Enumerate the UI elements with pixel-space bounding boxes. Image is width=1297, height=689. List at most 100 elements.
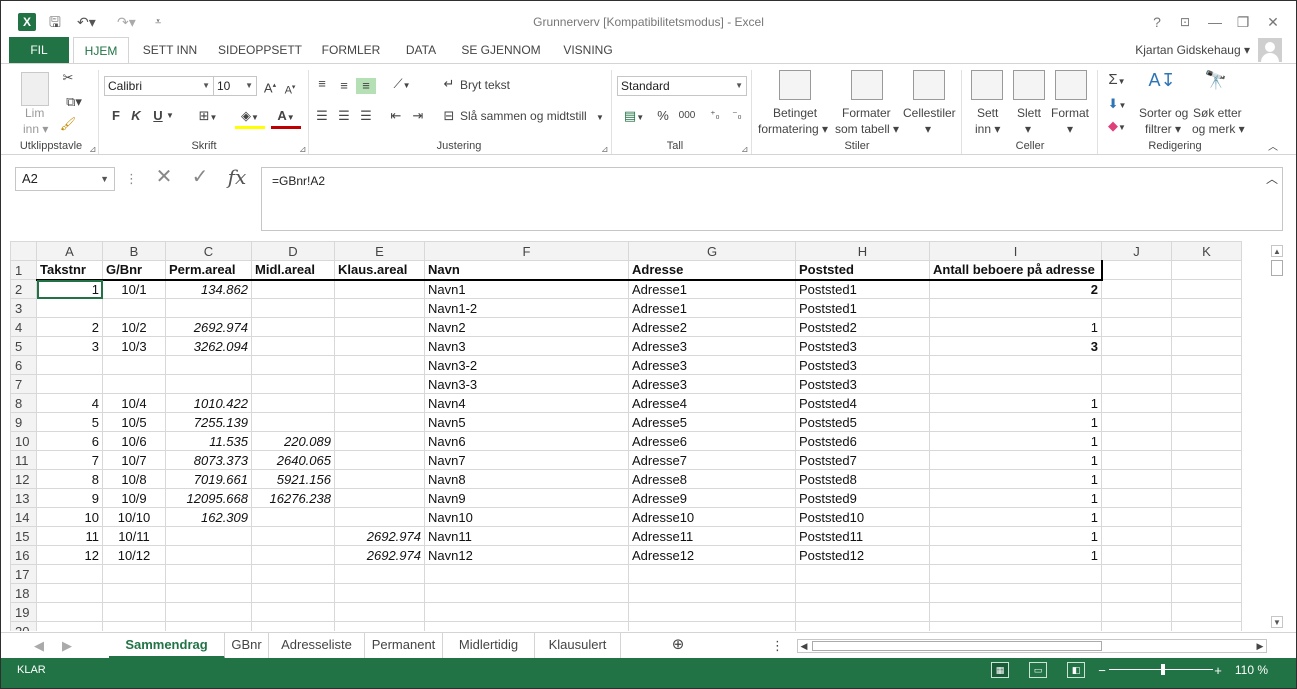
table-cell[interactable] [1171,583,1242,603]
table-cell[interactable]: 10/3 [102,336,166,356]
delete-cells-icon[interactable] [1013,70,1045,100]
table-cell[interactable] [251,374,335,394]
table-cell[interactable] [1171,260,1242,280]
table-cell[interactable]: Poststed5 [795,412,930,432]
more-options-icon[interactable]: ⋮ [125,171,138,187]
table-cell[interactable]: 4 [36,393,103,413]
table-cell[interactable] [334,621,425,631]
conditional-formatting-icon[interactable] [779,70,811,100]
table-cell[interactable] [1171,431,1242,451]
table-cell[interactable]: Adresse5 [628,412,796,432]
cell-styles-label[interactable]: Cellestiler [903,106,956,120]
row-header[interactable]: 13 [10,488,37,508]
table-cell[interactable]: 1 [929,526,1102,546]
table-cell[interactable] [1101,583,1172,603]
font-size-select[interactable]: 10 ▼ [213,76,257,96]
table-cell[interactable]: Navn1 [424,279,629,299]
table-cell[interactable] [334,431,425,451]
table-cell[interactable] [1101,507,1172,527]
table-cell[interactable] [1101,564,1172,584]
user-name[interactable]: Kjartan Gidskehaug ▾ [1135,43,1250,57]
row-header[interactable]: 14 [10,507,37,527]
table-cell[interactable]: 1 [929,507,1102,527]
table-cell[interactable] [334,393,425,413]
number-format-select[interactable]: Standard ▼ [617,76,747,96]
table-cell[interactable] [102,583,166,603]
table-cell[interactable] [1101,298,1172,318]
conditional-formatting-label[interactable]: Betinget [773,106,817,120]
table-cell[interactable] [929,298,1102,318]
orientation-icon[interactable]: ⟋▼ [387,76,417,94]
table-cell[interactable]: 1 [36,279,103,299]
sort-filter-label-2[interactable]: filtrer ▾ [1145,122,1181,136]
avatar[interactable] [1258,38,1282,62]
row-header[interactable]: 20 [10,621,37,631]
insert-cells-icon[interactable] [971,70,1003,100]
table-cell[interactable]: 1 [929,317,1102,337]
table-cell[interactable] [165,526,252,546]
align-middle-icon[interactable]: ≡ [335,78,353,94]
row-header[interactable]: 4 [10,317,37,337]
table-cell[interactable] [1101,374,1172,394]
table-cell[interactable]: Poststed [795,260,930,281]
row-header[interactable]: 17 [10,564,37,584]
fill-color-icon[interactable]: ◈▼ [235,108,265,129]
find-select-icon[interactable]: 🔭 [1201,71,1231,89]
row-header[interactable]: 7 [10,374,37,394]
format-painter-icon[interactable]: 🖌 [59,116,77,132]
percent-button[interactable]: % [655,108,671,124]
table-cell[interactable]: 3 [36,336,103,356]
table-cell[interactable] [102,298,166,318]
table-cell[interactable]: 2 [36,317,103,337]
table-cell[interactable]: Adresse7 [628,450,796,470]
table-cell[interactable]: Poststed6 [795,431,930,451]
table-cell[interactable] [1101,317,1172,337]
table-cell[interactable]: 7255.139 [165,412,252,432]
table-cell[interactable] [795,621,930,631]
table-cell[interactable] [929,583,1102,603]
table-cell[interactable] [795,583,930,603]
table-cell[interactable]: 12095.668 [165,488,252,508]
format-cells-label-2[interactable]: ▾ [1067,122,1073,136]
column-header-i[interactable]: I [929,241,1102,261]
table-cell[interactable]: Poststed2 [795,317,930,337]
name-box[interactable]: A2 ▼ [15,167,115,191]
chevron-down-icon[interactable]: ▼ [595,110,605,126]
table-cell[interactable]: 2692.974 [334,545,425,565]
table-cell[interactable]: Poststed8 [795,469,930,489]
table-cell[interactable]: 9 [36,488,103,508]
table-cell[interactable] [929,355,1102,375]
table-cell[interactable] [36,564,103,584]
paste-icon[interactable] [21,72,49,106]
table-cell[interactable]: 10 [36,507,103,527]
table-cell[interactable]: 12 [36,545,103,565]
table-cell[interactable]: Poststed10 [795,507,930,527]
table-cell[interactable]: Poststed3 [795,355,930,375]
table-cell[interactable] [1101,393,1172,413]
row-header[interactable]: 15 [10,526,37,546]
row-header[interactable]: 18 [10,583,37,603]
table-cell[interactable]: Midl.areal [251,260,335,281]
table-cell[interactable] [251,564,335,584]
sheet-tab-sammendrag[interactable]: Sammendrag [109,633,225,659]
font-name-select[interactable]: Calibri ▼ [104,76,214,96]
italic-button[interactable]: K [129,108,143,124]
restore-button[interactable]: ❐ [1233,13,1253,31]
confirm-entry-icon[interactable]: ✓ [189,167,211,187]
ribbon-display-options-icon[interactable]: ⊡ [1175,13,1195,31]
table-cell[interactable] [36,374,103,394]
sort-filter-label[interactable]: Sorter og [1139,106,1188,120]
table-cell[interactable]: Adresse3 [628,374,796,394]
paste-label-2[interactable]: inn ▾ [23,122,48,136]
find-select-label[interactable]: Søk etter [1193,106,1242,120]
table-cell[interactable]: 7 [36,450,103,470]
comma-style-button[interactable]: 000 [675,108,699,124]
table-cell[interactable]: Takstnr [36,260,103,281]
row-header[interactable]: 6 [10,355,37,375]
table-cell[interactable] [628,583,796,603]
table-cell[interactable] [165,374,252,394]
table-cell[interactable] [929,564,1102,584]
table-cell[interactable] [795,602,930,622]
tab-home[interactable]: HJEM [73,37,129,64]
table-cell[interactable]: Poststed1 [795,279,930,299]
